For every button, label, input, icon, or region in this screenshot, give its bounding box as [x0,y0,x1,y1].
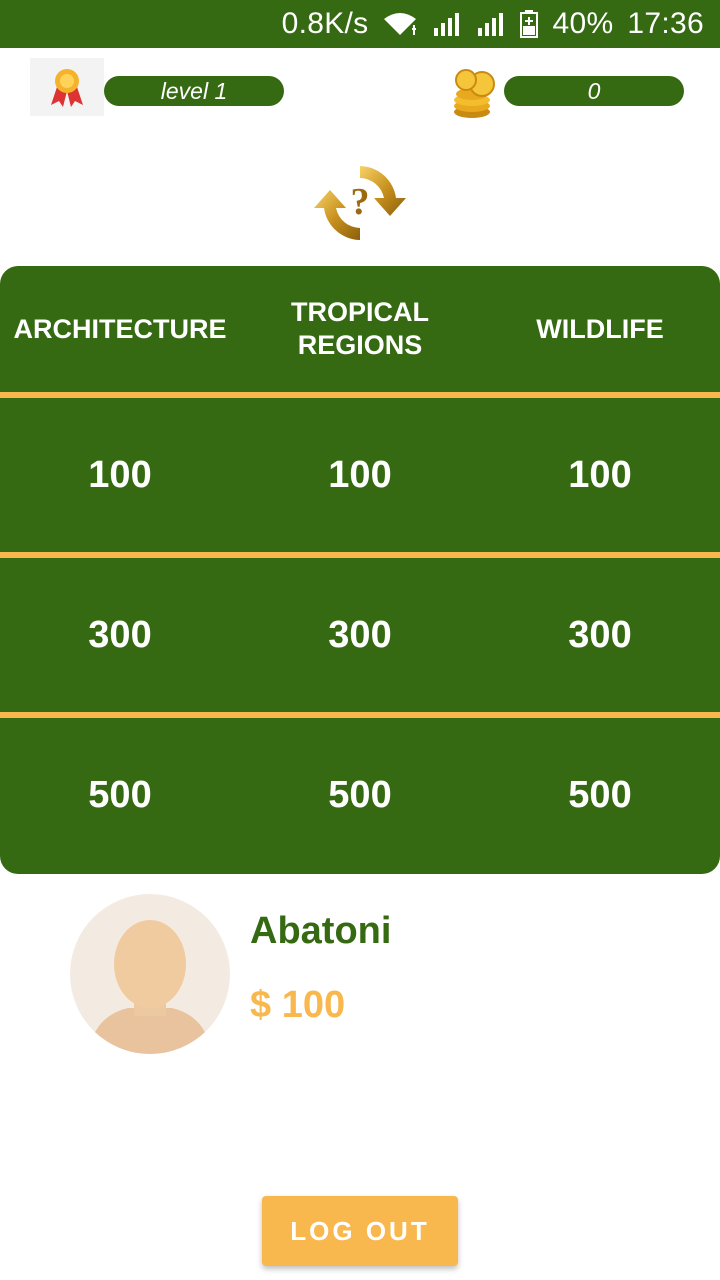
signal-icon-2 [476,12,506,36]
points-row: 100 100 100 [0,398,720,552]
category-board: ARCHITECTURE TROPICAL REGIONS WILDLIFE 1… [0,266,720,874]
category-label: WILDLIFE [536,313,664,344]
avatar [70,894,230,1054]
category-header: ARCHITECTURE [0,266,240,392]
refresh-question-icon: ? [314,166,406,240]
battery-icon [520,10,539,38]
battery-percent: 40% [552,7,614,40]
points-cell[interactable]: 300 [0,558,240,712]
status-bar: 0.8K/s 40% 17:36 [0,0,720,48]
points-cell[interactable]: 500 [480,718,720,872]
signal-icon-1 [432,12,462,36]
category-header: WILDLIFE [480,266,720,392]
points-cell[interactable]: 100 [480,398,720,552]
player-name: Abatoni [250,910,392,952]
refresh-question-button[interactable]: ? [300,148,420,258]
avatar-placeholder [88,920,212,1054]
svg-text:?: ? [351,181,370,223]
points-cell[interactable]: 100 [240,398,480,552]
category-header: TROPICAL REGIONS [240,266,480,392]
player-balance: $ 100 [250,984,346,1026]
points-row: 300 300 300 [0,558,720,712]
medal-icon [30,58,104,116]
coins-icon [450,68,500,120]
coins-pill: 0 [504,76,684,106]
board-header: ARCHITECTURE TROPICAL REGIONS WILDLIFE [0,266,720,392]
category-label: TROPICAL REGIONS [291,297,429,360]
network-speed: 0.8K/s [281,7,369,40]
category-label: ARCHITECTURE [13,313,227,344]
points-cell[interactable]: 300 [480,558,720,712]
points-cell[interactable]: 500 [240,718,480,872]
logout-button[interactable]: LOG OUT [262,1196,458,1266]
points-row: 500 500 500 [0,718,720,872]
points-cell[interactable]: 300 [240,558,480,712]
wifi-icon [382,11,418,37]
clock: 17:36 [627,7,704,40]
points-cell[interactable]: 100 [0,398,240,552]
points-cell[interactable]: 500 [0,718,240,872]
level-pill: level 1 [104,76,284,106]
